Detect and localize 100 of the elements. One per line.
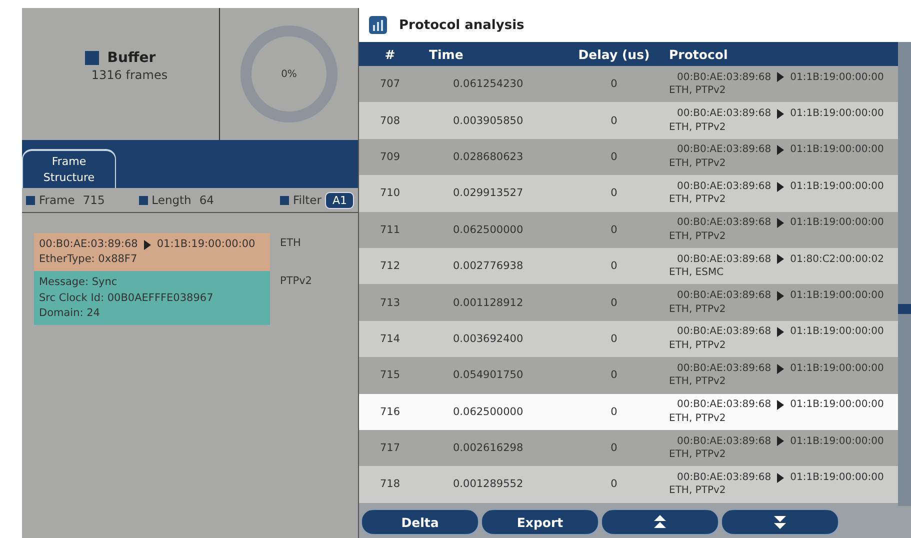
destination-address: 01:1B:19:00:00:00 [790, 362, 884, 376]
table-cell-text: 0 [610, 332, 618, 345]
page-down-button[interactable] [721, 509, 839, 535]
source-address: 00:B0:AE:03:89:68 [677, 252, 772, 266]
table-cell-text: 709 [378, 150, 402, 163]
table-cell-text: 0 [610, 296, 618, 309]
table-row[interactable]: 715 0.054901750 0 00:B0:AE:03:89:68 01:1B:19:00:00:00 ETH, PTPv2 [359, 357, 898, 394]
table-cell-text: 0.001289552 [452, 478, 524, 490]
table-cell-text: 713 [378, 296, 402, 309]
layer-field: EtherType: 0x88F7 [39, 252, 265, 268]
table-row[interactable]: 712 0.002776938 0 00:B0:AE:03:89:68 01:80:C2:00:00:02 ETH, ESMC [359, 248, 898, 284]
scrollbar[interactable] [898, 42, 911, 506]
bullet-icon [26, 196, 35, 204]
table-row[interactable]: 711 0.062500000 0 00:B0:AE:03:89:68 01:1B:19:00:00:00 ETH, PTPv2 [359, 212, 898, 248]
destination-address: 01:80:C2:00:00:02 [790, 252, 884, 266]
protocol-cell-text: ETH, PTPv2 [669, 120, 727, 134]
table-cell-text: 0.062500000 [452, 406, 524, 418]
arrow-icon [777, 400, 784, 410]
info-value: 715 [82, 193, 105, 207]
double-caret-up-icon [653, 515, 667, 529]
table-cell-text: 0 [610, 442, 618, 454]
destination-address: 01:1B:19:00:00:00 [790, 70, 884, 84]
table-row[interactable]: 710 0.029913527 0 00:B0:AE:03:89:68 01:1B:19:00:00:00 ETH, PTPv2 [359, 175, 898, 212]
table-row[interactable]: 708 0.003905850 0 00:B0:AE:03:89:68 01:1B:19:00:00:00 ETH, PTPv2 [359, 102, 898, 139]
destination-address: 01:1B:19:00:00:00 [790, 143, 884, 157]
source-address: 00:B0:AE:03:89:68 [677, 470, 772, 484]
table-row[interactable]: 713 0.001128912 0 00:B0:AE:03:89:68 01:1B:19:00:00:00 ETH, PTPv2 [359, 284, 898, 321]
source-address: 00:B0:AE:03:89:68 [677, 70, 772, 84]
arrow-icon [777, 218, 784, 228]
table-cell-text: 0.001128912 [452, 296, 524, 309]
table-cell-text: 0.002776938 [452, 260, 524, 272]
source-address: 00:B0:AE:03:89:68 [677, 107, 772, 121]
chart-icon [369, 16, 387, 34]
protocol-cell-text: ETH, PTPv2 [669, 156, 727, 170]
arrow-icon [777, 472, 784, 483]
footer-button[interactable]: Delta [361, 509, 479, 535]
window-title: Protocol analysis [399, 18, 524, 32]
destination-address: 01:1B:19:00:00:00 [790, 216, 884, 230]
table-cell-text: 0.002616298 [452, 442, 524, 454]
table-row[interactable]: 709 0.028680623 0 00:B0:AE:03:89:68 01:1B:19:00:00:00 ETH, PTPv2 [359, 138, 898, 176]
info-value: 64 [199, 193, 214, 207]
table-cell-text: 0.003692400 [452, 332, 524, 345]
destination-address: 01:1B:19:00:00:00 [790, 470, 884, 484]
source-address: 00:B0:AE:03:89:68 [677, 216, 772, 230]
destination-address: 01:1B:19:00:00:00 [790, 398, 884, 412]
filter-button[interactable]: A1 [325, 192, 354, 208]
table-row[interactable]: 716 0.062500000 0 00:B0:AE:03:89:68 01:1B:19:00:00:00 ETH, PTPv2 [359, 394, 898, 430]
table-cell-text: 0.028680623 [452, 150, 524, 163]
column-header: Time [428, 46, 464, 62]
table-cell-text: 0 [610, 369, 618, 382]
table-cell-text: 714 [378, 332, 402, 345]
protocol-cell-text: ETH, ESMC [669, 266, 725, 280]
arrow-icon [777, 290, 784, 301]
page-up-button[interactable] [601, 509, 719, 535]
source-address: 00:B0:AE:03:89:68 [677, 289, 772, 303]
scroll-thumb[interactable] [898, 304, 911, 314]
table-cell-text: 0.003905850 [452, 114, 524, 127]
column-header: Delay (us) [577, 46, 651, 62]
destination-address: 01:1B:19:00:00:00 [156, 237, 256, 252]
table-row[interactable]: 707 0.061254230 0 00:B0:AE:03:89:68 01:1B:19:00:00:00 ETH, PTPv2 [359, 66, 898, 102]
destination-address: 01:1B:19:00:00:00 [790, 434, 884, 448]
bullet-icon [280, 196, 289, 204]
table-row[interactable]: 717 0.002616298 0 00:B0:AE:03:89:68 01:1B:19:00:00:00 ETH, PTPv2 [359, 430, 898, 466]
frame-structure-tab[interactable]: Frame Structure [22, 149, 116, 188]
layer-field: Message: Sync [39, 275, 265, 291]
double-caret-down-icon [773, 515, 787, 529]
table-cell-text: 708 [378, 114, 402, 127]
layer-protocol: ETH [280, 236, 301, 251]
layer-field: Src Clock Id: 00B0AEFFFE038967 [39, 290, 265, 306]
arrow-icon [777, 254, 784, 264]
source-address: 00:B0:AE:03:89:68 [677, 362, 772, 376]
table-row[interactable]: 718 0.001289552 0 00:B0:AE:03:89:68 01:1B:19:00:00:00 ETH, PTPv2 [359, 466, 898, 503]
table-row[interactable]: 714 0.003692400 0 00:B0:AE:03:89:68 01:1B:19:00:00:00 ETH, PTPv2 [359, 320, 898, 358]
source-address: 00:B0:AE:03:89:68 [677, 434, 772, 448]
source-address: 00:B0:AE:03:89:68 [39, 237, 138, 252]
footer-button[interactable]: Export [481, 509, 599, 535]
table-cell-text: 0.061254230 [452, 78, 524, 90]
table-cell-text: 0 [610, 260, 618, 272]
table-cell-text: 718 [378, 478, 402, 490]
arrow-icon [144, 240, 151, 250]
column-header: # [384, 46, 396, 62]
table-cell-text: 0 [610, 78, 618, 90]
table-cell-text: 0 [610, 187, 618, 200]
protocol-cell-text: ETH, PTPv2 [669, 302, 727, 316]
info-label: Frame [39, 193, 75, 207]
protocol-cell-text: ETH, PTPv2 [669, 338, 727, 352]
bullet-icon [85, 51, 100, 65]
destination-address: 01:1B:19:00:00:00 [790, 325, 884, 339]
protocol-cell-text: ETH, PTPv2 [669, 448, 727, 462]
protocol-cell-text: ETH, PTPv2 [669, 84, 727, 98]
layer-field: Domain: 24 [39, 306, 265, 322]
frame-count: 1316 frames [91, 68, 168, 82]
layer-protocol: PTPv2 [280, 274, 312, 290]
destination-address: 01:1B:19:00:00:00 [790, 107, 884, 121]
gauge-percent: 0% [281, 68, 297, 80]
source-address: 00:B0:AE:03:89:68 [677, 143, 772, 157]
table-cell-text: 0.029913527 [452, 187, 524, 200]
protocol-cell-text: ETH, PTPv2 [669, 230, 727, 244]
protocol-cell-text: ETH, PTPv2 [669, 375, 727, 389]
table-cell-text: 0 [610, 478, 618, 490]
